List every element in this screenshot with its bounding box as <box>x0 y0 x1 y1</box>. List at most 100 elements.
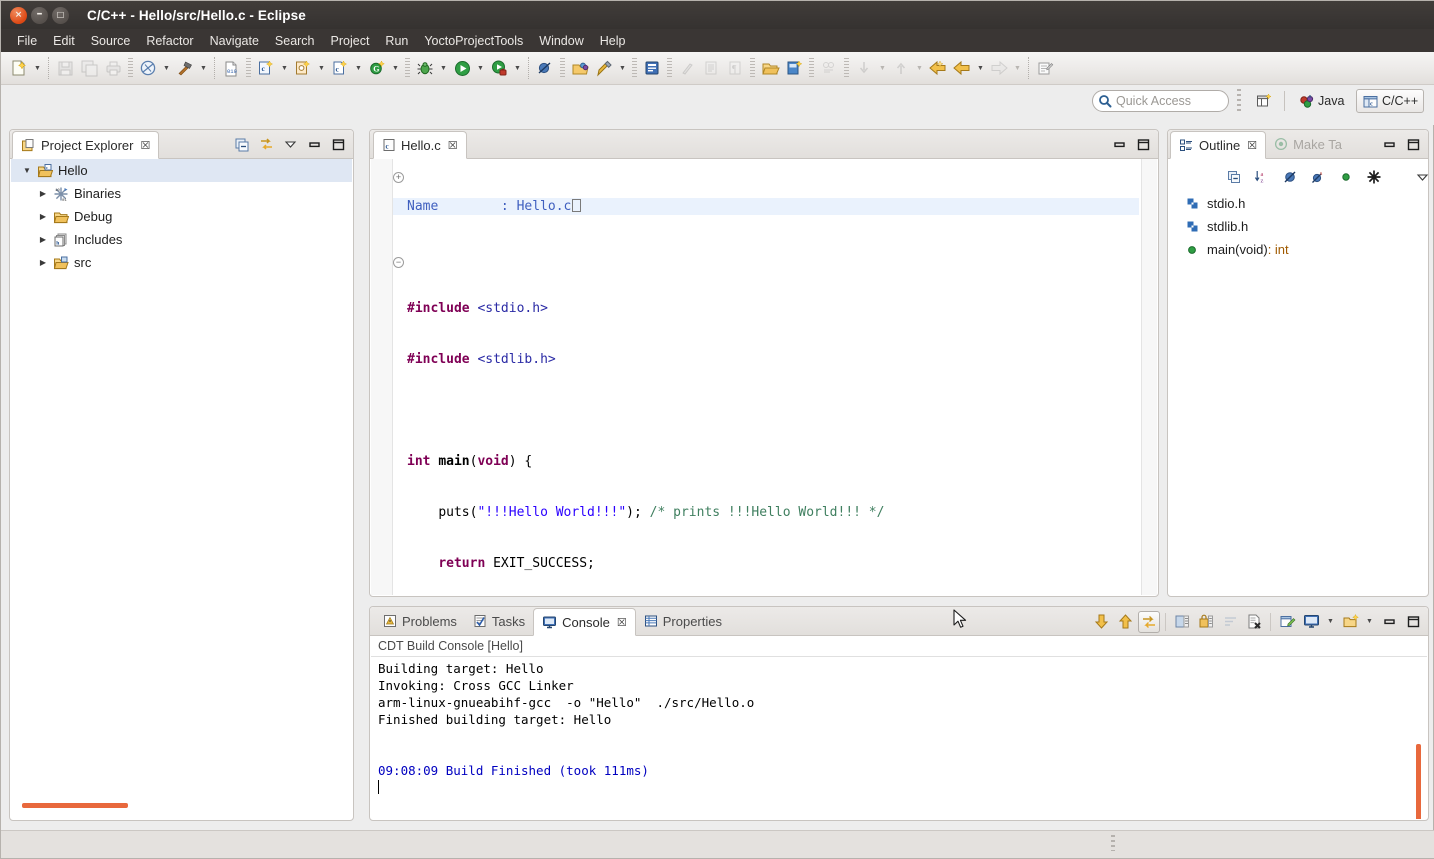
scroll-up-button[interactable] <box>1114 611 1136 633</box>
open-perspective-button[interactable] <box>1251 89 1277 113</box>
clear-console-button[interactable] <box>1243 611 1265 633</box>
open-console-button[interactable] <box>1339 611 1361 633</box>
new-console-view-button[interactable] <box>1276 611 1298 633</box>
expanded-arrow-icon[interactable]: ▼ <box>19 166 35 175</box>
skip-breakpoints-button[interactable] <box>533 56 557 80</box>
outline-item-stdlib-h[interactable]: stdlib.h <box>1169 215 1427 238</box>
external-tools-button[interactable] <box>487 56 511 80</box>
toolbar-grip[interactable] <box>405 58 410 78</box>
close-icon[interactable]: ☒ <box>617 616 627 629</box>
tree-item-binaries[interactable]: ▶1001Binaries <box>11 182 352 205</box>
toolbar-grip[interactable] <box>246 58 251 78</box>
open-console-dropdown[interactable]: ▼ <box>1363 610 1376 634</box>
outline-tree[interactable]: stdio.hstdlib.hmain(void) : int <box>1169 192 1427 595</box>
collapsed-arrow-icon[interactable]: ▶ <box>35 258 51 267</box>
new-file-button[interactable] <box>7 56 31 80</box>
menu-help[interactable]: Help <box>592 32 634 50</box>
collapse-all-button[interactable] <box>231 134 253 156</box>
close-icon[interactable]: ☒ <box>1247 139 1257 152</box>
toolbar-grip[interactable] <box>632 58 637 78</box>
maximize-view-button[interactable] <box>327 134 349 156</box>
status-bar-resize-grip[interactable] <box>1111 835 1115 851</box>
back-dropdown[interactable]: ▼ <box>974 56 987 80</box>
maximize-editor-button[interactable] <box>1132 134 1154 156</box>
annotate-button[interactable] <box>1033 56 1057 80</box>
tab-make-targets[interactable]: Make Ta <box>1266 130 1350 158</box>
perspective-cpp-button[interactable]: c C/C++ <box>1356 89 1424 113</box>
tab-outline[interactable]: Outline ☒ <box>1170 131 1266 159</box>
external-tools-dropdown[interactable]: ▼ <box>511 56 524 80</box>
outline-sort-button[interactable]: a z <box>1251 166 1273 188</box>
new-class-dropdown[interactable]: ▼ <box>315 56 328 80</box>
project-explorer-tree[interactable]: ▼cHello▶1001Binaries▶Debug▶hIncludes▶src <box>11 159 352 819</box>
outline-hide-fields-button[interactable] <box>1279 166 1301 188</box>
maximize-outline-button[interactable] <box>1402 134 1424 156</box>
fold-collapse-icon[interactable]: − <box>393 257 404 268</box>
back-button[interactable] <box>926 56 950 80</box>
close-icon[interactable]: ☒ <box>140 139 150 152</box>
search-button[interactable] <box>592 56 616 80</box>
tree-item-src[interactable]: ▶src <box>11 251 352 274</box>
new-class-button[interactable] <box>291 56 315 80</box>
view-menu-button[interactable] <box>279 134 301 156</box>
tab-problems[interactable]: Problems <box>375 607 465 635</box>
link-with-editor-button[interactable] <box>255 134 277 156</box>
new-c-project-button[interactable]: c <box>254 56 278 80</box>
open-folder-button[interactable] <box>758 56 782 80</box>
run-button[interactable] <box>450 56 474 80</box>
menu-file[interactable]: File <box>9 32 45 50</box>
minimize-view-button[interactable] <box>303 134 325 156</box>
search-dropdown[interactable]: ▼ <box>616 56 629 80</box>
outline-item-stdio-h[interactable]: stdio.h <box>1169 192 1427 215</box>
collapsed-arrow-icon[interactable]: ▶ <box>35 235 51 244</box>
perspective-java-button[interactable]: Java <box>1293 89 1349 113</box>
display-selected-console-button[interactable] <box>1300 611 1322 633</box>
tree-item-includes[interactable]: ▶hIncludes <box>11 228 352 251</box>
maximize-window-button[interactable]: □ <box>52 7 69 24</box>
build-button[interactable] <box>173 56 197 80</box>
console-output[interactable]: Building target: HelloInvoking: Cross GC… <box>371 657 1427 796</box>
menu-yoctoprojecttools[interactable]: YoctoProjectTools <box>416 32 531 50</box>
debug-dropdown[interactable]: ▼ <box>437 56 450 80</box>
scroll-lock-button[interactable] <box>1138 611 1160 633</box>
menu-window[interactable]: Window <box>531 32 591 50</box>
minimize-window-button[interactable]: – <box>31 7 48 24</box>
open-type-button[interactable] <box>568 56 592 80</box>
outline-item-main-void-[interactable]: main(void) : int <box>1169 238 1427 261</box>
fold-expand-icon[interactable]: + <box>393 172 404 183</box>
binary-button[interactable]: 010 <box>219 56 243 80</box>
display-selected-console-dropdown[interactable]: ▼ <box>1324 610 1337 634</box>
menu-project[interactable]: Project <box>323 32 378 50</box>
new-c-project-dropdown[interactable]: ▼ <box>278 56 291 80</box>
close-icon[interactable]: ☒ <box>448 139 458 152</box>
scroll-down-button[interactable] <box>1090 611 1112 633</box>
minimize-outline-button[interactable] <box>1378 134 1400 156</box>
outline-hide-macros-button[interactable] <box>1363 166 1385 188</box>
run-dropdown[interactable]: ▼ <box>474 56 487 80</box>
build-dropdown[interactable]: ▼ <box>197 56 210 80</box>
menu-run[interactable]: Run <box>377 32 416 50</box>
outline-hide-static-button[interactable]: s <box>1307 166 1329 188</box>
show-console-button[interactable] <box>1171 611 1193 633</box>
tab-project-explorer[interactable]: Project Explorer ☒ <box>12 131 159 159</box>
toggle-mark-occurrences-button[interactable] <box>640 56 664 80</box>
tree-item-debug[interactable]: ▶Debug <box>11 205 352 228</box>
back-history-button[interactable] <box>950 56 974 80</box>
toolbar-grip[interactable] <box>809 58 814 78</box>
perspective-toolbar-grip[interactable] <box>1237 89 1241 113</box>
editor-overview-ruler[interactable] <box>1141 159 1157 595</box>
toolbar-grip[interactable] <box>667 58 672 78</box>
debug-button[interactable] <box>413 56 437 80</box>
tab-properties[interactable]: Properties <box>636 607 730 635</box>
new-source-folder-dropdown[interactable]: ▼ <box>389 56 402 80</box>
collapsed-arrow-icon[interactable]: ▶ <box>35 212 51 221</box>
outline-hide-non-public-button[interactable] <box>1335 166 1357 188</box>
quick-access-input[interactable]: Quick Access <box>1092 90 1229 112</box>
collapsed-arrow-icon[interactable]: ▶ <box>35 189 51 198</box>
menu-source[interactable]: Source <box>83 32 139 50</box>
new-wizard-button[interactable] <box>782 56 806 80</box>
menu-refactor[interactable]: Refactor <box>138 32 201 50</box>
console-vertical-scrollbar[interactable] <box>1416 744 1421 819</box>
menu-edit[interactable]: Edit <box>45 32 83 50</box>
toolbar-grip[interactable] <box>560 58 565 78</box>
